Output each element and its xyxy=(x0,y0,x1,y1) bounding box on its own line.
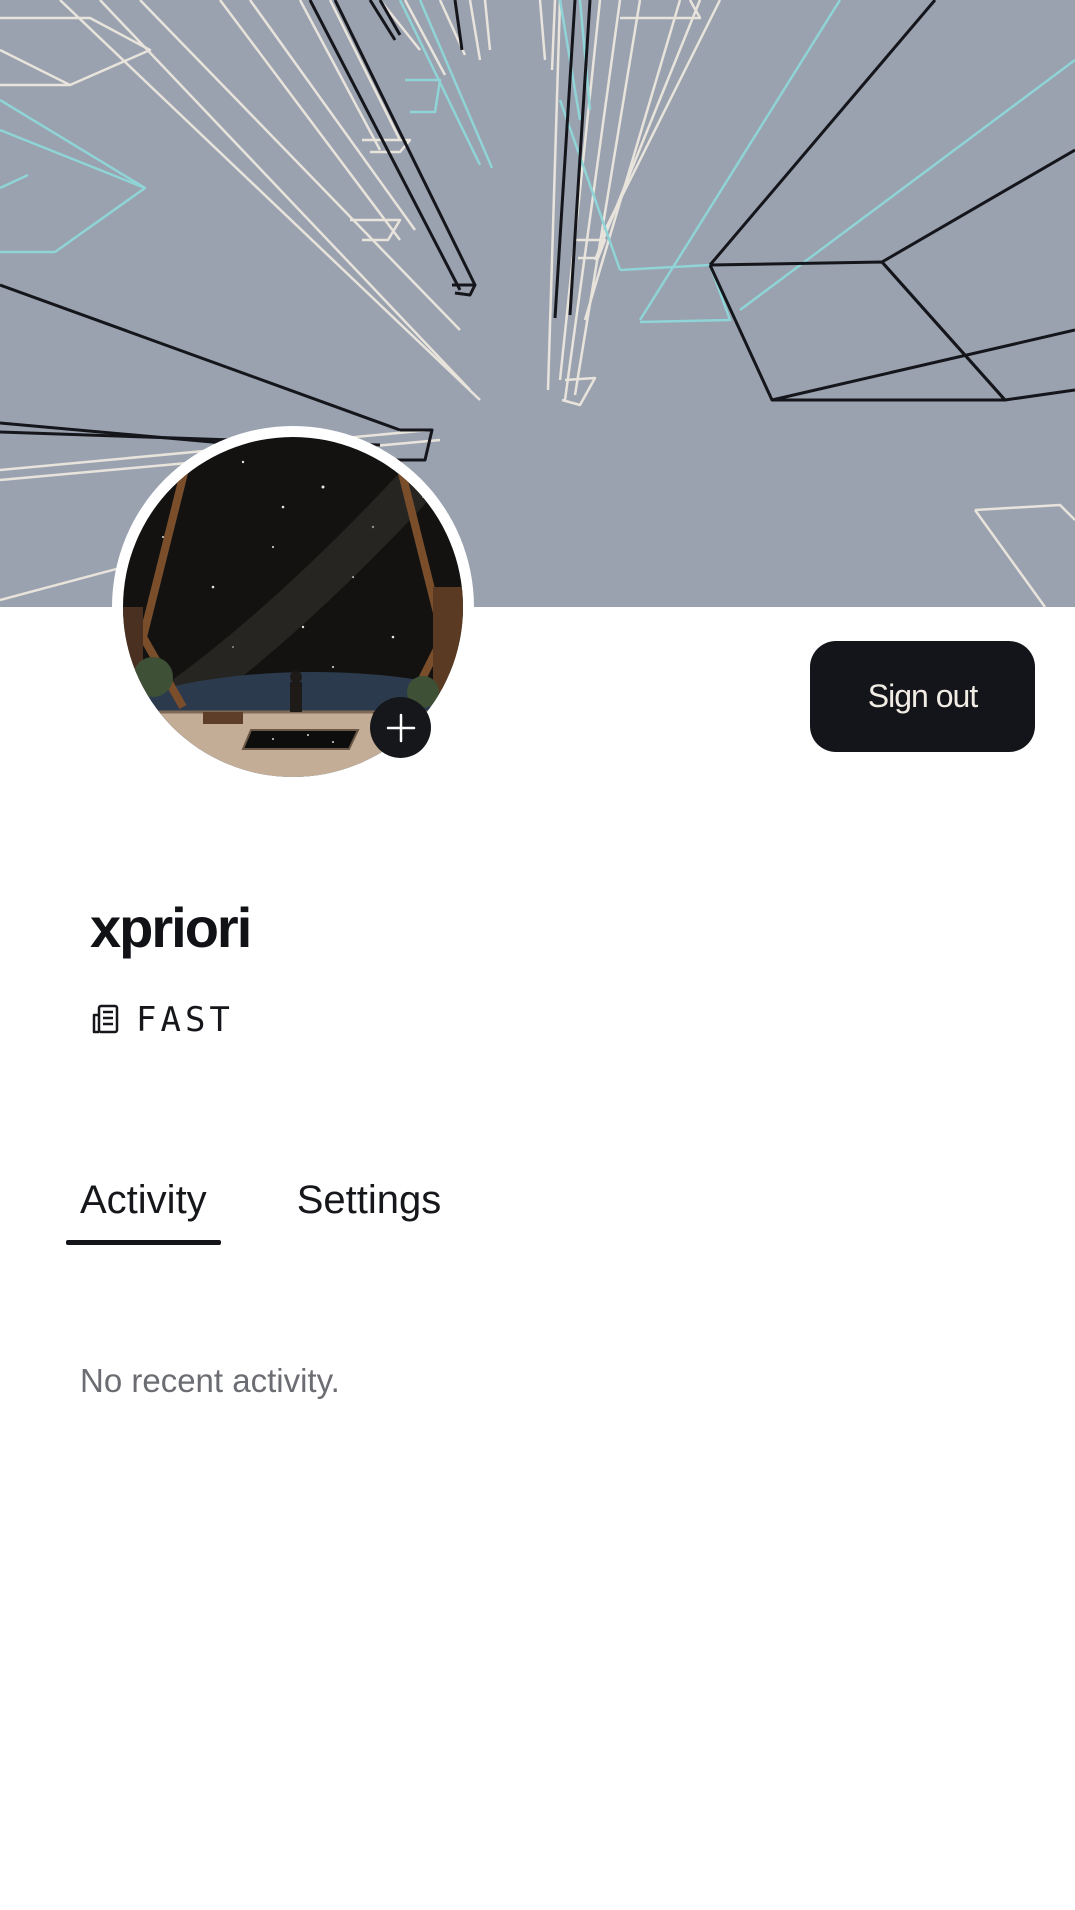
plan-badge: FAST xyxy=(90,1000,234,1040)
tab-settings[interactable]: Settings xyxy=(283,1160,456,1245)
tab-activity[interactable]: Activity xyxy=(66,1160,221,1245)
profile-page: Sign out xpriori FAST Activity Settings … xyxy=(0,0,1075,1910)
profile-tabs: Activity Settings xyxy=(66,1160,455,1245)
sign-out-button[interactable]: Sign out xyxy=(810,641,1035,752)
document-icon xyxy=(92,1004,119,1034)
plus-icon xyxy=(386,713,415,742)
empty-activity-message: No recent activity. xyxy=(80,1362,340,1399)
username: xpriori xyxy=(90,896,252,959)
plan-label: FAST xyxy=(136,1000,234,1040)
add-photo-button[interactable] xyxy=(370,697,431,758)
